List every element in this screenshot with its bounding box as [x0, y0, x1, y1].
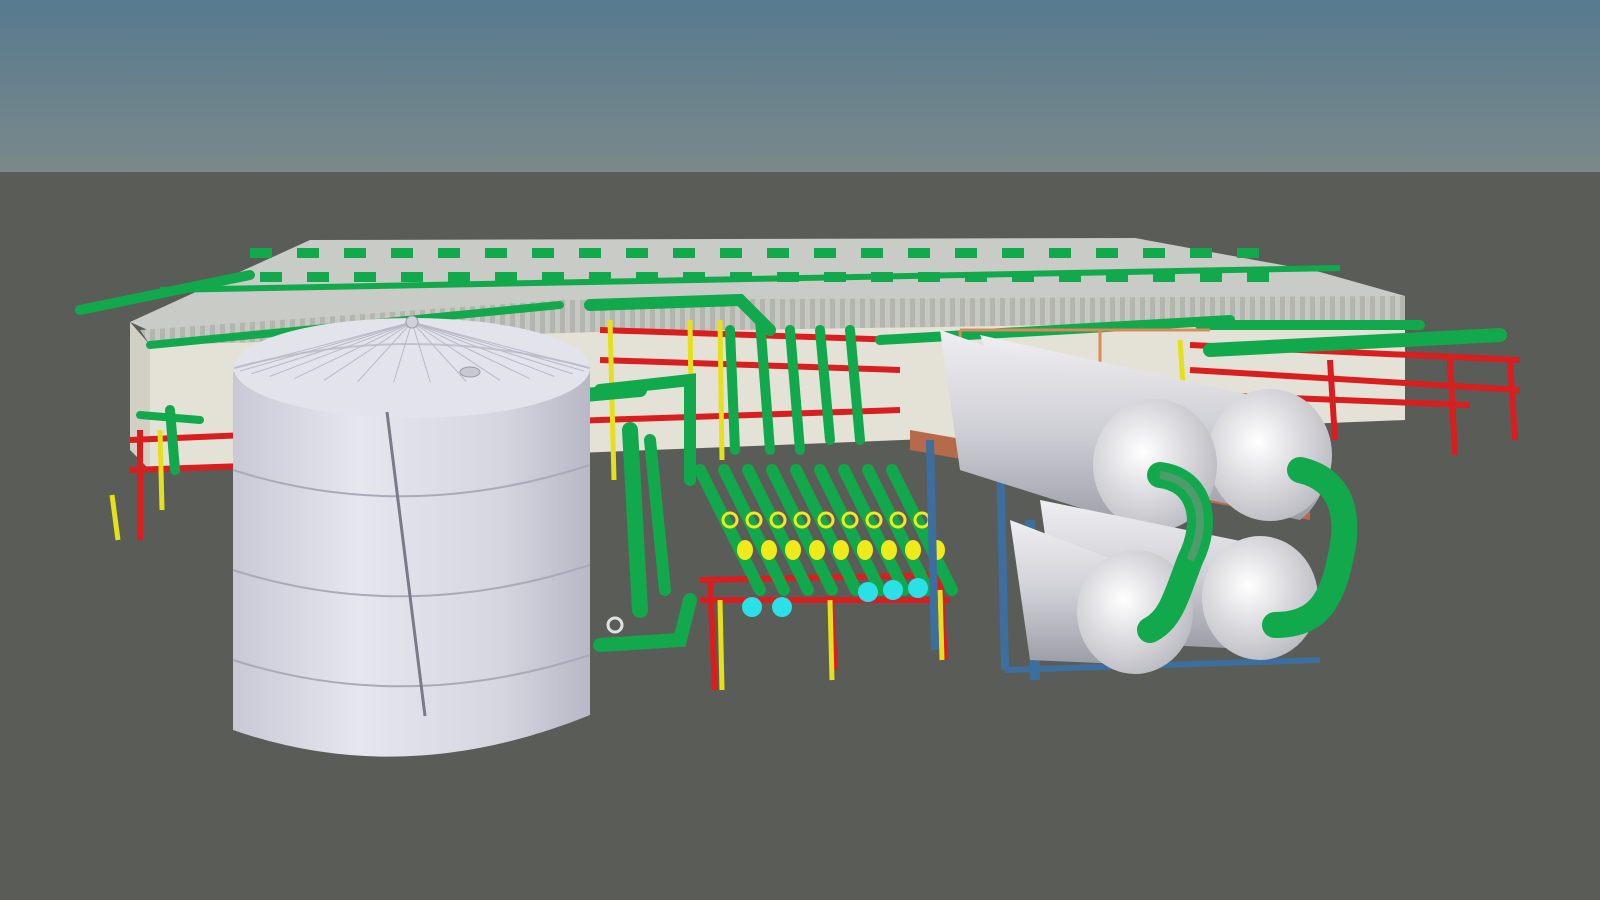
pipe [622, 422, 648, 618]
roof-fitting [767, 248, 789, 258]
roof-fitting [1002, 248, 1024, 258]
pipe [578, 383, 647, 402]
roof-fitting [532, 248, 554, 258]
roof-fitting [344, 248, 366, 258]
roof-fitting [438, 248, 460, 258]
sky [0, 0, 1600, 172]
roof-fitting [673, 248, 695, 258]
roof-fitting [626, 248, 648, 258]
valve-body [785, 540, 801, 560]
valve-body [881, 540, 897, 560]
tank-vent [405, 315, 419, 329]
3d-viewport[interactable] [0, 0, 1600, 900]
tank-hatch [459, 366, 481, 378]
roof-fitting [307, 272, 329, 282]
roof-fitting [1143, 248, 1165, 258]
roof-fitting [1247, 272, 1269, 282]
roof-fitting [1237, 248, 1259, 258]
roof-fitting [401, 272, 423, 282]
pipe [136, 411, 204, 424]
roof-fitting [250, 248, 272, 258]
roof-fitting [448, 272, 470, 282]
roof-fitting [861, 248, 883, 258]
flange-cap [858, 582, 878, 602]
roof-fitting [260, 272, 282, 282]
flange-cap [772, 597, 792, 617]
valve-body [737, 540, 753, 560]
valve-body [905, 540, 921, 560]
roof-fitting [1190, 248, 1212, 258]
storage-tank[interactable] [232, 315, 591, 757]
roof-fitting [1049, 248, 1071, 258]
flange-cap [742, 597, 762, 617]
roof-fitting [814, 248, 836, 258]
flange-cap [883, 580, 903, 600]
pipe [725, 325, 740, 455]
valve-body [761, 540, 777, 560]
roof-fitting [955, 248, 977, 258]
roof-fitting [354, 272, 376, 282]
roof-fitting [579, 248, 601, 258]
roof-fitting [908, 248, 930, 258]
roof-fitting [720, 248, 742, 258]
valve-body [809, 540, 825, 560]
flange-cap [908, 578, 928, 598]
roof-fitting [391, 248, 413, 258]
roof-fitting [297, 248, 319, 258]
roof-fitting [1096, 248, 1118, 258]
valve-body [857, 540, 873, 560]
roof-fitting [485, 248, 507, 258]
valve-body [833, 540, 849, 560]
